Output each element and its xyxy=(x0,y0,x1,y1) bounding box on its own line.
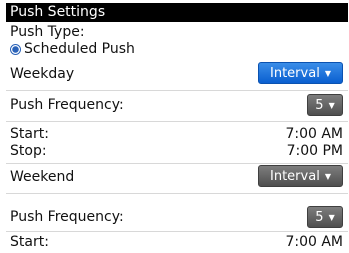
weekday-stop-label: Stop: xyxy=(10,143,47,159)
weekend-frequency-label: Push Frequency: xyxy=(10,209,124,225)
weekend-frequency-dropdown[interactable]: 5 ▼ xyxy=(307,206,343,228)
weekday-start-row[interactable]: Start: 7:00 AM xyxy=(10,125,343,143)
scheduled-push-option[interactable]: Scheduled Push xyxy=(10,40,343,58)
divider xyxy=(6,121,348,122)
weekend-mode-value: Interval xyxy=(270,169,320,184)
divider xyxy=(6,193,348,194)
weekend-frequency-value: 5 xyxy=(315,210,324,225)
weekday-stop-row[interactable]: Stop: 7:00 PM xyxy=(10,142,343,160)
weekend-mode-dropdown[interactable]: Interval ▼ xyxy=(258,165,343,187)
chevron-down-icon: ▼ xyxy=(324,69,331,78)
weekday-start-label: Start: xyxy=(10,126,49,142)
weekend-start-value[interactable]: 7:00 AM xyxy=(285,233,343,251)
chevron-down-icon: ▼ xyxy=(324,172,331,181)
weekday-mode-dropdown[interactable]: Interval ▼ xyxy=(258,62,343,84)
chevron-down-icon: ▼ xyxy=(328,101,335,110)
weekday-stop-value[interactable]: 7:00 PM xyxy=(287,142,343,160)
chevron-down-icon: ▼ xyxy=(328,213,335,222)
weekday-start-value[interactable]: 7:00 AM xyxy=(285,125,343,143)
push-type-label: Push Type: xyxy=(10,24,85,40)
divider xyxy=(6,163,348,164)
weekday-frequency-label: Push Frequency: xyxy=(10,97,124,113)
radio-selected-icon[interactable] xyxy=(10,43,21,55)
divider xyxy=(6,90,348,91)
scheduled-push-label: Scheduled Push xyxy=(24,41,135,57)
title-bar: Push Settings xyxy=(6,3,348,22)
weekend-start-row[interactable]: Start: 7:00 AM xyxy=(10,233,343,251)
divider xyxy=(6,231,348,232)
push-settings-screen: Push Settings Push Type: Scheduled Push … xyxy=(0,0,349,253)
weekend-start-label: Start: xyxy=(10,234,49,250)
weekday-frequency-value: 5 xyxy=(315,98,324,113)
weekday-mode-value: Interval xyxy=(270,66,320,81)
weekday-frequency-dropdown[interactable]: 5 ▼ xyxy=(307,94,343,116)
